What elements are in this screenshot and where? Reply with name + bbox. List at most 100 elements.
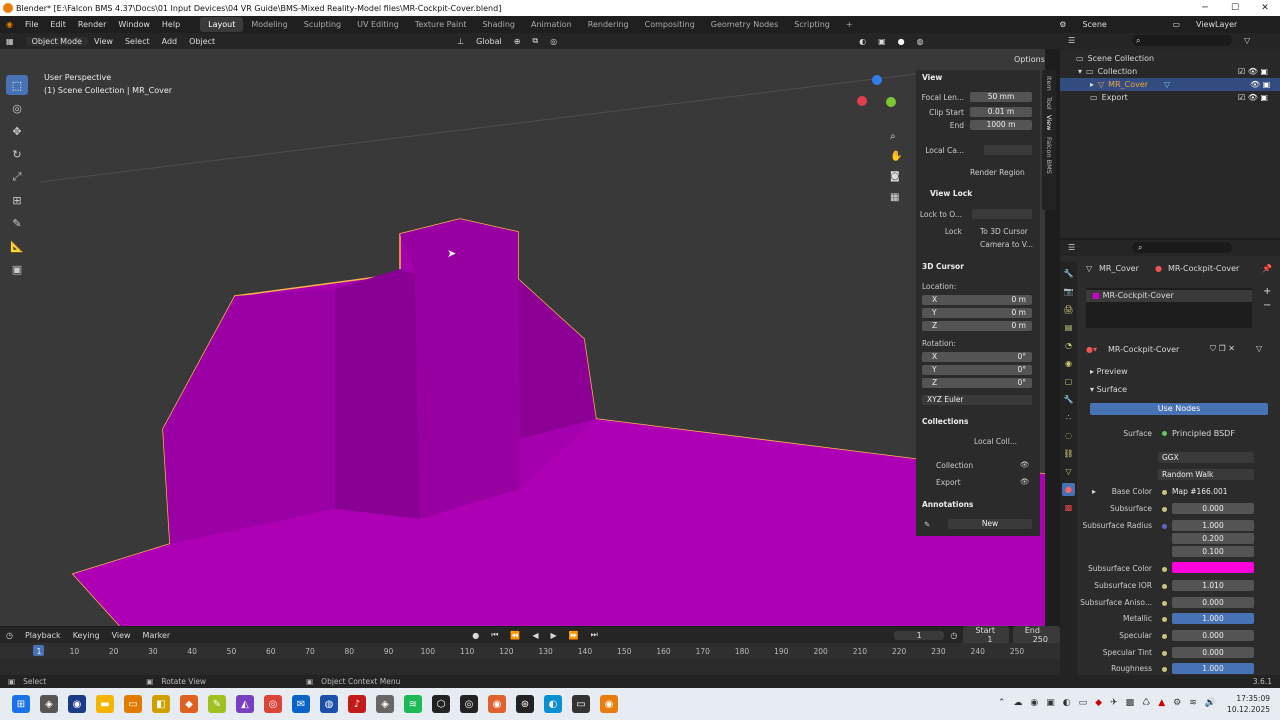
property-value-field[interactable]: 0.000 bbox=[1172, 630, 1254, 641]
cursor-tool-icon[interactable]: ◎ bbox=[6, 98, 28, 118]
blender-menu-icon[interactable]: ◉ bbox=[0, 20, 19, 29]
pivot-icon[interactable]: ⊕ bbox=[508, 37, 527, 46]
next-keyframe-icon[interactable]: ⏩ bbox=[563, 631, 585, 640]
notepad-icon[interactable]: ✎ bbox=[208, 695, 226, 713]
collection-item-collection[interactable]: Collection bbox=[936, 461, 973, 470]
shading-solid-icon[interactable]: ● bbox=[892, 37, 911, 46]
object-menu[interactable]: Object bbox=[183, 37, 221, 46]
property-value-field[interactable]: 1.000 bbox=[1172, 613, 1254, 624]
collection-item-export[interactable]: Export bbox=[936, 478, 961, 487]
cursor-x-field[interactable]: X0 m bbox=[922, 295, 1032, 305]
frame-end-field[interactable]: End 250 bbox=[1012, 626, 1060, 644]
rotation-x-field[interactable]: X 0° bbox=[922, 352, 1032, 362]
pan-hand-icon[interactable]: ✋ bbox=[890, 151, 902, 162]
menu-help[interactable]: Help bbox=[156, 20, 186, 29]
tray-icon[interactable]: ▣ bbox=[1046, 698, 1055, 708]
jump-start-icon[interactable]: ⏮ bbox=[485, 630, 504, 640]
tab-shading[interactable]: Shading bbox=[474, 17, 523, 32]
clock[interactable]: 17:35:09 10.12.2025 bbox=[1227, 693, 1270, 715]
add-slot-icon[interactable]: + bbox=[1263, 286, 1271, 297]
output-tab-icon[interactable]: 🖨 bbox=[1062, 303, 1075, 316]
property-value-field[interactable]: 1.000 bbox=[1172, 520, 1254, 531]
material-slot-list[interactable]: ■ MR-Cockpit-Cover bbox=[1086, 288, 1252, 328]
tab-view[interactable]: View bbox=[1045, 115, 1053, 130]
eye-icon[interactable]: 👁 bbox=[1020, 460, 1030, 469]
outliner-export[interactable]: ▭ Export ☑ 👁 ▣ bbox=[1060, 91, 1280, 104]
play-reverse-icon[interactable]: ◀ bbox=[526, 631, 544, 640]
camera-to-view-checkbox[interactable]: Camera to V... bbox=[980, 240, 1033, 249]
scene-tab-icon[interactable]: ◔ bbox=[1062, 339, 1075, 352]
tool-tab-icon[interactable]: 🔧 bbox=[1062, 267, 1075, 280]
physics-tab-icon[interactable]: ◌ bbox=[1062, 429, 1075, 442]
tray-icon[interactable]: ▲ bbox=[1158, 698, 1165, 708]
tab-item[interactable]: Item bbox=[1045, 76, 1053, 91]
preview-panel-header[interactable]: ▸ Preview bbox=[1090, 367, 1128, 376]
outliner-search-input[interactable] bbox=[1132, 35, 1232, 46]
volume-icon[interactable]: 🔊 bbox=[1205, 698, 1216, 708]
acrobat-icon[interactable]: ♪ bbox=[348, 695, 366, 713]
view-menu[interactable]: View bbox=[88, 37, 119, 46]
record-icon[interactable]: ● bbox=[466, 631, 485, 640]
github-icon[interactable]: ⊛ bbox=[516, 695, 534, 713]
material-browse-icon[interactable]: ●▾ bbox=[1086, 345, 1097, 354]
surface-shader-field[interactable]: Principled BSDF bbox=[1172, 429, 1235, 438]
material-tab-icon[interactable]: ● bbox=[1062, 483, 1075, 496]
app-icon[interactable]: ▭ bbox=[124, 695, 142, 713]
tab-falcon-bms[interactable]: Falcon BMS bbox=[1045, 137, 1053, 174]
axis-y-icon[interactable] bbox=[886, 97, 896, 107]
play-icon[interactable]: ▶ bbox=[545, 631, 563, 640]
tab-animation[interactable]: Animation bbox=[523, 17, 580, 32]
outliner-editor-icon[interactable]: ☰ bbox=[1068, 36, 1075, 45]
tab-scripting[interactable]: Scripting bbox=[786, 17, 838, 32]
view-layer-field[interactable]: ViewLayer bbox=[1190, 20, 1260, 29]
scale-tool-icon[interactable]: ⤢ bbox=[6, 167, 28, 187]
editor-type-icon[interactable]: ▦ bbox=[0, 37, 20, 46]
tab-modeling[interactable]: Modeling bbox=[243, 17, 295, 32]
outliner-scene-collection[interactable]: ▭ Scene Collection bbox=[1060, 52, 1280, 65]
property-value-field[interactable]: 0.200 bbox=[1172, 533, 1254, 544]
timeline-editor-icon[interactable]: ◷ bbox=[0, 631, 19, 640]
add-menu[interactable]: Add bbox=[156, 37, 184, 46]
keying-menu[interactable]: Keying bbox=[67, 631, 106, 640]
eye-icon[interactable]: 👁 bbox=[1020, 477, 1030, 486]
material-name-field[interactable]: MR-Cockpit-Cover bbox=[1108, 345, 1179, 354]
tab-compositing[interactable]: Compositing bbox=[637, 17, 703, 32]
app-icon[interactable]: ◆ bbox=[180, 695, 198, 713]
remove-slot-icon[interactable]: − bbox=[1263, 300, 1271, 311]
material-actions-icon[interactable]: ⛉ ❐ ✕ bbox=[1210, 344, 1235, 354]
menu-render[interactable]: Render bbox=[72, 20, 112, 29]
tray-icon[interactable]: ◐ bbox=[1063, 698, 1071, 708]
tray-icon[interactable]: ☁ bbox=[1013, 698, 1022, 708]
file-explorer-icon[interactable]: ▬ bbox=[96, 695, 114, 713]
transform-tool-icon[interactable]: ⊞ bbox=[6, 190, 28, 210]
playback-menu[interactable]: Playback bbox=[19, 631, 67, 640]
collections-header[interactable]: Collections bbox=[922, 417, 968, 426]
render-region-checkbox[interactable]: Render Region bbox=[970, 168, 1025, 177]
property-value-field[interactable]: 0.000 bbox=[1172, 597, 1254, 608]
annotation-icon[interactable]: ✎ bbox=[924, 520, 930, 529]
current-frame-field[interactable]: 1 bbox=[893, 630, 945, 640]
subsurface-color-swatch[interactable] bbox=[1172, 562, 1254, 573]
tab-sculpting[interactable]: Sculpting bbox=[296, 17, 349, 32]
property-value-field[interactable]: 0.100 bbox=[1172, 546, 1254, 557]
property-value-field[interactable]: 1.000 bbox=[1172, 663, 1254, 674]
tab-layout[interactable]: Layout bbox=[200, 17, 244, 32]
move-tool-icon[interactable]: ✥ bbox=[6, 121, 28, 141]
property-value-field[interactable]: Map #166.001 bbox=[1172, 486, 1254, 497]
property-value-field[interactable]: 0.000 bbox=[1172, 647, 1254, 658]
view-section-header[interactable]: View bbox=[922, 73, 942, 82]
timeline-view-menu[interactable]: View bbox=[106, 631, 137, 640]
3d-viewport[interactable]: User Perspective (1) Scene Collection | … bbox=[0, 49, 1045, 626]
mode-select[interactable]: Object Mode bbox=[25, 36, 88, 46]
local-collections-checkbox[interactable]: Local Coll... bbox=[974, 437, 1017, 446]
firefox-icon[interactable]: ◉ bbox=[488, 695, 506, 713]
cursor-y-field[interactable]: Y0 m bbox=[922, 308, 1032, 318]
tray-icon[interactable]: ♺ bbox=[1142, 698, 1150, 708]
close-icon[interactable]: ✕ bbox=[1250, 0, 1280, 16]
jump-end-icon[interactable]: ⏭ bbox=[585, 630, 604, 640]
outliner-collection[interactable]: ▾ ▭ Collection ☑ 👁 ▣ bbox=[1060, 65, 1280, 78]
chrome-icon[interactable]: ◎ bbox=[264, 695, 282, 713]
add-cube-tool-icon[interactable]: ▣ bbox=[6, 259, 28, 279]
proportional-icon[interactable]: ◎ bbox=[544, 37, 563, 46]
frame-start-field[interactable]: Start 1 bbox=[963, 626, 1009, 644]
